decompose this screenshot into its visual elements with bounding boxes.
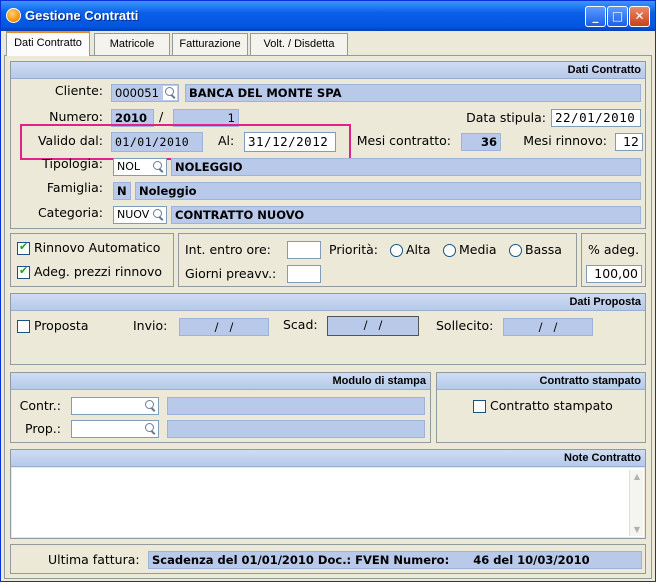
note-contratto-panel: Note Contratto ▲ ▼	[10, 449, 646, 539]
priorita-alta-radio[interactable]	[390, 244, 403, 257]
valido-dal-label: Valido dal:	[37, 133, 103, 148]
famiglia-label: Famiglia:	[46, 180, 103, 195]
app-icon	[6, 8, 21, 23]
contr-label: Contr.:	[19, 398, 61, 413]
scroll-up-icon[interactable]: ▲	[632, 472, 642, 481]
search-icon[interactable]	[163, 86, 177, 100]
contr-desc-field	[167, 397, 425, 415]
priorita-bassa-label: Bassa	[525, 242, 562, 257]
mesi-rinnovo-label: Mesi rinnovo:	[523, 133, 607, 148]
adeg-field[interactable]: 100,00	[586, 265, 642, 283]
tab-dati-contratto[interactable]: Dati Contratto	[6, 31, 90, 56]
giorni-preavv-field[interactable]	[287, 265, 321, 283]
note-textarea[interactable]	[12, 468, 644, 537]
numero-label: Numero:	[49, 109, 103, 124]
priorita-bassa-radio[interactable]	[509, 244, 522, 257]
sollecito-label: Sollecito:	[436, 318, 494, 333]
rinnovo-automatico-checkbox[interactable]	[17, 240, 30, 255]
tab-fatturazione[interactable]: Fatturazione	[172, 33, 248, 55]
proposta-checkbox[interactable]	[17, 320, 30, 333]
rinnovo-automatico-label: Rinnovo Automatico	[34, 240, 161, 255]
famiglia-code-field[interactable]: N	[113, 182, 131, 200]
scroll-down-icon[interactable]: ▼	[632, 525, 642, 534]
proposta-label: Proposta	[34, 318, 89, 333]
al-label: Al:	[218, 133, 235, 148]
adeg-prezzi-label: Adeg. prezzi rinnovo	[34, 264, 163, 279]
priorita-media-radio[interactable]	[443, 244, 456, 257]
cliente-label: Cliente:	[54, 83, 103, 98]
minimize-button[interactable]: _	[585, 6, 606, 27]
contratto-stampato-label: Contratto stampato	[490, 398, 613, 413]
tab-matricole[interactable]: Matricole	[94, 33, 170, 55]
search-icon[interactable]	[143, 399, 157, 413]
dati-proposta-header: Dati Proposta	[11, 294, 645, 311]
tipologia-label: Tipologia:	[42, 156, 103, 171]
priorita-media-label: Media	[459, 242, 497, 257]
dati-proposta-panel: Dati Proposta Proposta Invio: / / Scad: …	[10, 293, 646, 365]
numero-separator: /	[159, 109, 164, 124]
mesi-contratto-label: Mesi contratto:	[356, 133, 451, 148]
categoria-code-field[interactable]: NUOV	[113, 206, 167, 224]
int-entro-ore-label: Int. entro ore:	[185, 242, 271, 257]
mesi-contratto-field: 36	[461, 133, 501, 151]
invio-label: Invio:	[133, 318, 168, 333]
tipologia-desc-field: NOLEGGIO	[171, 158, 641, 176]
search-icon[interactable]	[143, 422, 157, 436]
note-contratto-header: Note Contratto	[11, 450, 645, 467]
search-icon[interactable]	[151, 160, 165, 174]
cliente-name-field: BANCA DEL MONTE SPA	[185, 84, 641, 102]
sollecito-field[interactable]: / /	[503, 318, 593, 336]
categoria-code-value: NUOV	[117, 208, 150, 221]
cliente-code-field[interactable]: 000051	[111, 84, 179, 102]
famiglia-desc-field: Noleggio	[135, 182, 641, 200]
adeg-label: % adeg.	[588, 242, 640, 257]
note-scrollbar[interactable]: ▲ ▼	[629, 470, 643, 536]
prop-desc-field	[167, 420, 425, 438]
priorita-alta-label: Alta	[406, 242, 431, 257]
valido-dal-field[interactable]: 01/01/2010	[111, 132, 203, 152]
contratto-stampato-checkbox[interactable]	[473, 400, 486, 413]
dati-contratto-header: Dati Contratto	[11, 62, 645, 79]
invio-field[interactable]: / /	[179, 318, 269, 336]
ultima-fattura-label: Ultima fattura:	[48, 552, 140, 567]
adeg-panel: % adeg. 100,00	[581, 233, 646, 287]
al-field[interactable]: 31/12/2012	[244, 132, 336, 152]
title-bar[interactable]: Gestione Contratti _ □ ✕	[1, 1, 655, 31]
search-icon[interactable]	[151, 208, 165, 222]
modulo-stampa-panel: Modulo di stampa Contr.: Prop.:	[10, 372, 431, 443]
data-stipula-label: Data stipula:	[466, 110, 546, 125]
prop-code-field[interactable]	[71, 420, 159, 438]
mesi-rinnovo-field[interactable]: 12	[615, 133, 643, 151]
adeg-prezzi-checkbox[interactable]	[17, 264, 30, 279]
scad-field[interactable]: / /	[327, 316, 419, 336]
rinnovo-options-panel: Rinnovo Automatico Adeg. prezzi rinnovo	[10, 233, 174, 287]
tipologia-code-field[interactable]: NOL	[113, 158, 167, 176]
categoria-desc-field: CONTRATTO NUOVO	[171, 206, 641, 224]
data-stipula-field[interactable]: 22/01/2010	[551, 109, 641, 127]
tab-strip: Dati Contratto Matricole Fatturazione Vo…	[4, 31, 652, 56]
intervento-panel: Int. entro ore: Priorità: Alta Media Bas…	[178, 233, 577, 287]
tab-content-dati-contratto: Dati Contratto Cliente: 000051 BANCA DEL…	[4, 55, 652, 579]
tipologia-code-value: NOL	[117, 160, 141, 173]
prop-label: Prop.:	[25, 421, 61, 436]
tab-volt-disdetta[interactable]: Volt. / Disdetta	[250, 33, 348, 55]
gestione-contratti-window: Gestione Contratti _ □ ✕ Dati Contratto …	[0, 0, 656, 582]
dati-contratto-panel: Dati Contratto Cliente: 000051 BANCA DEL…	[10, 61, 646, 229]
ultima-fattura-field: Scadenza del 01/01/2010 Doc.: FVEN Numer…	[148, 551, 642, 569]
categoria-label: Categoria:	[37, 205, 103, 220]
scad-label: Scad:	[283, 317, 318, 332]
contr-code-field[interactable]	[71, 397, 159, 415]
cliente-code-value: 000051	[115, 86, 159, 100]
window-title: Gestione Contratti	[25, 8, 139, 23]
maximize-button[interactable]: □	[607, 6, 628, 27]
contratto-stampato-header: Contratto stampato	[437, 373, 645, 390]
priorita-label: Priorità:	[329, 242, 378, 257]
giorni-preavv-label: Giorni preavv.:	[185, 266, 277, 281]
contratto-stampato-panel: Contratto stampato Contratto stampato	[436, 372, 646, 443]
close-button[interactable]: ✕	[629, 6, 650, 27]
footer-panel: Ultima fattura: Scadenza del 01/01/2010 …	[10, 544, 646, 574]
modulo-stampa-header: Modulo di stampa	[11, 373, 430, 390]
int-entro-ore-field[interactable]	[287, 241, 321, 259]
